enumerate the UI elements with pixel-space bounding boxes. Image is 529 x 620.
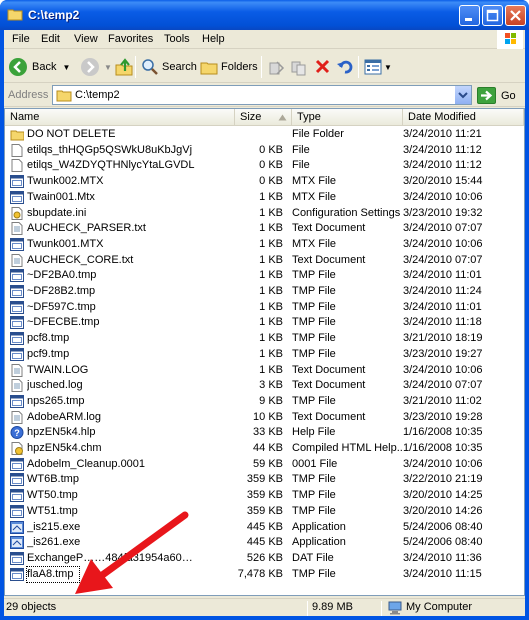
address-label: Address <box>8 89 49 101</box>
windows-logo-icon <box>497 30 523 49</box>
status-size: 9.89 MB <box>312 601 353 613</box>
maximize-icon <box>486 9 499 22</box>
forward-arrow-icon <box>81 58 99 76</box>
menu-favorites[interactable]: Favorites <box>108 33 153 45</box>
address-value: C:\temp2 <box>75 89 120 101</box>
explorer-window: C:\temp2 File Edit View Favorites Tools … <box>0 0 529 620</box>
close-button[interactable] <box>505 5 526 26</box>
minimize-button[interactable] <box>459 5 480 26</box>
status-divider <box>381 601 382 616</box>
folder-icon <box>56 90 72 102</box>
views-icon <box>364 59 382 75</box>
up-folder-button[interactable] <box>114 56 134 78</box>
minimize-icon <box>465 18 472 21</box>
folders-label: Folders <box>221 61 258 73</box>
address-dropdown-button[interactable] <box>454 86 471 104</box>
menu-view[interactable]: View <box>74 33 98 45</box>
menu-bar: File Edit View Favorites Tools Help <box>4 30 525 49</box>
close-icon <box>510 10 521 21</box>
window-title: C:\temp2 <box>28 8 80 22</box>
search-button[interactable]: Search <box>141 56 197 78</box>
menu-edit[interactable]: Edit <box>41 33 60 45</box>
toolbar-separator <box>135 56 136 78</box>
search-icon <box>142 59 158 75</box>
status-object-count: 29 objects <box>6 601 57 613</box>
menu-tools[interactable]: Tools <box>164 33 190 45</box>
address-input[interactable]: C:\temp2 <box>52 85 472 105</box>
status-bar: 29 objects 9.89 MB My Computer <box>4 598 525 616</box>
search-label: Search <box>162 61 197 73</box>
toolbar-separator <box>358 56 359 78</box>
window-client: File Edit View Favorites Tools Help Back… <box>4 30 525 616</box>
menu-help[interactable]: Help <box>202 33 225 45</box>
copy-to-icon[interactable] <box>291 59 308 76</box>
go-button[interactable]: Go <box>477 86 516 105</box>
back-button[interactable]: Back ▼ <box>8 56 70 78</box>
back-label: Back <box>32 61 57 73</box>
go-label: Go <box>501 89 516 102</box>
status-divider <box>307 601 308 616</box>
maximize-button[interactable] <box>482 5 503 26</box>
back-arrow-icon <box>9 58 27 76</box>
up-folder-icon <box>115 58 133 76</box>
go-arrow-icon <box>477 87 496 104</box>
forward-dropdown-icon[interactable]: ▼ <box>104 63 112 72</box>
file-list: Name Size Type Date Modified DO NOT DELE… <box>4 108 525 596</box>
back-dropdown-icon[interactable]: ▼ <box>62 63 70 72</box>
my-computer-icon <box>388 601 402 615</box>
address-bar: Address C:\temp2 Go <box>4 84 525 107</box>
undo-icon[interactable] <box>336 58 353 75</box>
views-button[interactable]: ▼ <box>364 56 392 78</box>
red-arrow-annotation <box>75 511 189 594</box>
delete-icon[interactable] <box>314 58 331 75</box>
folders-icon <box>200 62 218 75</box>
forward-button[interactable]: ▼ <box>80 56 112 78</box>
menu-file[interactable]: File <box>12 33 30 45</box>
status-location: My Computer <box>406 601 473 613</box>
title-bar[interactable]: C:\temp2 <box>0 0 529 30</box>
toolbar-separator <box>261 56 262 78</box>
toolbar: Back ▼ ▼ Search Folders ▼ <box>4 50 525 83</box>
folders-button[interactable]: Folders <box>200 56 258 78</box>
chevron-down-icon <box>458 92 468 99</box>
views-dropdown-icon: ▼ <box>384 62 392 72</box>
move-to-icon[interactable] <box>268 59 285 76</box>
folder-icon <box>7 9 23 21</box>
